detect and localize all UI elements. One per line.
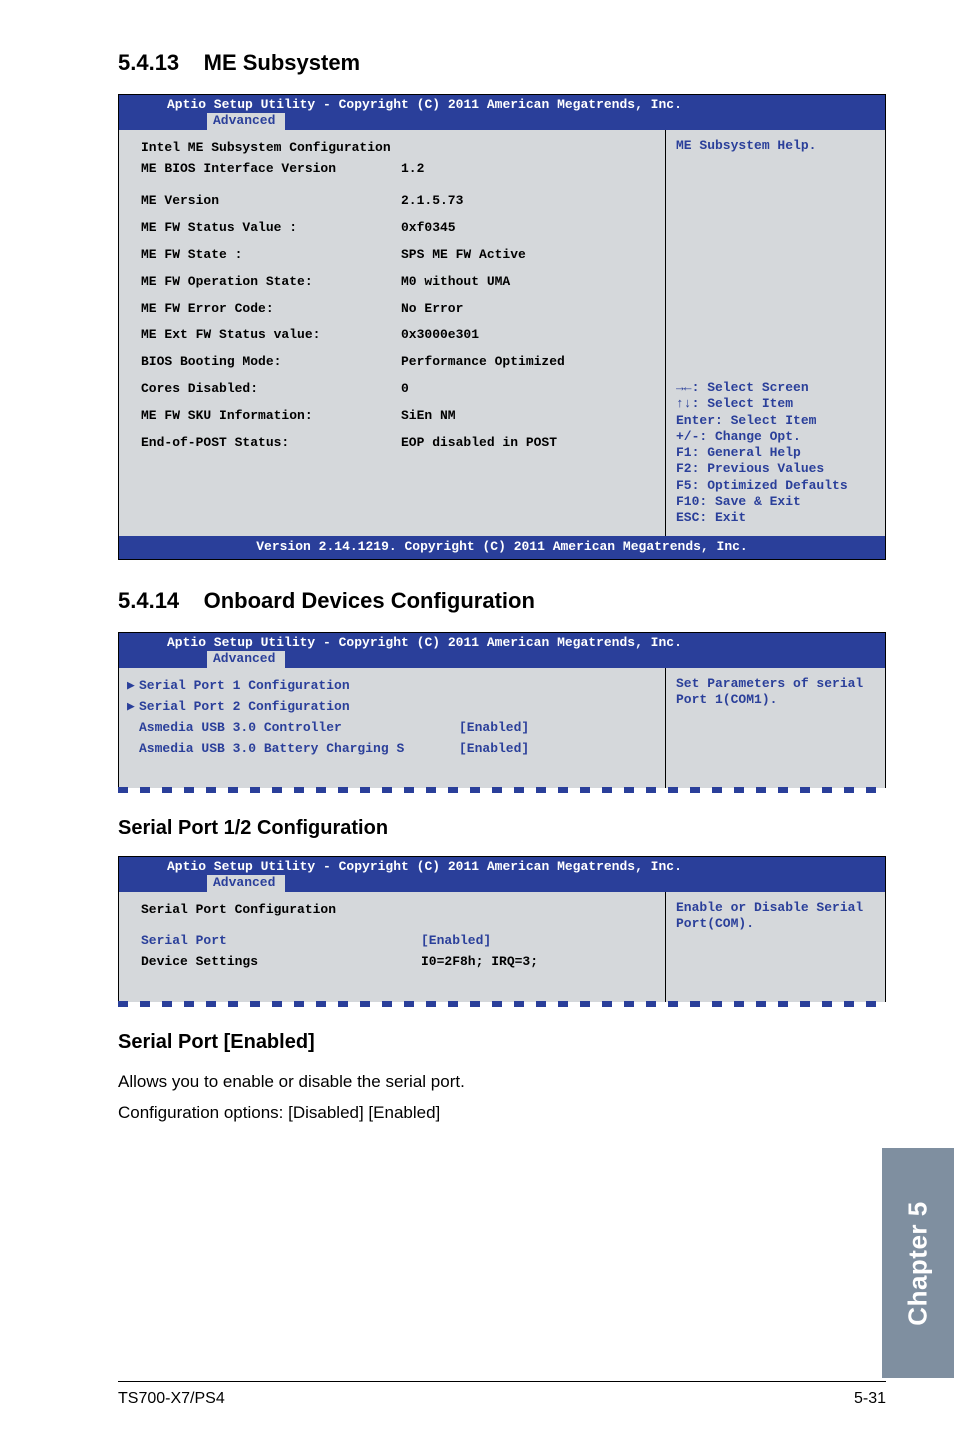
bios-field-label: ME Ext FW Status value: [141, 328, 401, 343]
bios-nav-hint: F1: General Help [676, 445, 875, 461]
bios-menu-item[interactable]: Serial Port 2 Configuration [139, 700, 459, 715]
subsection-serial-port-config: Serial Port 1/2 Configuration [118, 817, 886, 840]
bios-screen-me-subsystem: Aptio Setup Utility - Copyright (C) 2011… [118, 94, 886, 560]
section-heading-onboard-devices: 5.4.14 Onboard Devices Configuration [118, 588, 886, 614]
bios-field-label: Device Settings [141, 955, 421, 970]
page-footer: TS700-X7/PS4 5-31 [118, 1381, 886, 1408]
bios-heading: Intel ME Subsystem Configuration [141, 141, 401, 156]
bios-field-value: 0 [401, 382, 653, 397]
triangle-right-icon: ▶ [127, 700, 139, 715]
bios-titlebar: Aptio Setup Utility - Copyright (C) 2011… [119, 633, 885, 668]
bios-tab-advanced[interactable]: Advanced [207, 875, 285, 892]
bios-field-value: No Error [401, 302, 653, 317]
section-title: ME Subsystem [204, 50, 361, 75]
bios-field-value: SPS ME FW Active [401, 248, 653, 263]
bios-heading: Serial Port Configuration [141, 903, 461, 918]
bios-help-text: ME Subsystem Help. [676, 138, 875, 154]
chapter-label: Chapter 5 [903, 1201, 934, 1325]
chapter-tab: Chapter 5 [882, 1148, 954, 1378]
bios-menu-item[interactable]: Serial Port 1 Configuration [139, 679, 459, 694]
bios-nav-hint: ↑↓: Select Item [676, 396, 875, 412]
bios-field-value: 0xf0345 [401, 221, 653, 236]
bios-field-label: ME FW Operation State: [141, 275, 401, 290]
bios-field-label: Cores Disabled: [141, 382, 401, 397]
bios-nav-hint: →←: Select Screen [676, 380, 875, 396]
bios-field-value: Performance Optimized [401, 355, 653, 370]
bios-field-value: [Enabled] [459, 742, 653, 757]
bios-field-value: M0 without UMA [401, 275, 653, 290]
bios-menu-item[interactable]: Asmedia USB 3.0 Battery Charging S [139, 742, 459, 757]
bios-help-text: Enable or Disable Serial [676, 900, 875, 916]
bios-field-label: ME FW Error Code: [141, 302, 401, 317]
bios-nav-hint: F10: Save & Exit [676, 494, 875, 510]
bios-nav-hint: F2: Previous Values [676, 461, 875, 477]
bios-field-value: 2.1.5.73 [401, 194, 653, 209]
bios-footer: Version 2.14.1219. Copyright (C) 2011 Am… [119, 536, 885, 559]
bios-help-text: Set Parameters of serial [676, 676, 875, 692]
bios-field-value: SiEn NM [401, 409, 653, 424]
bios-tab-advanced[interactable]: Advanced [207, 113, 285, 130]
body-paragraph: Configuration options: [Disabled] [Enabl… [118, 1101, 886, 1126]
bios-field-label: ME FW State : [141, 248, 401, 263]
bios-nav-hint: +/-: Change Opt. [676, 429, 875, 445]
bios-nav-hint: F5: Optimized Defaults [676, 478, 875, 494]
bios-titlebar: Aptio Setup Utility - Copyright (C) 2011… [119, 95, 885, 130]
body-paragraph: Allows you to enable or disable the seri… [118, 1070, 886, 1095]
bios-help-text: Port 1(COM1). [676, 692, 875, 708]
bios-field-label: ME Version [141, 194, 401, 209]
section-number: 5.4.14 [118, 588, 179, 613]
bios-title-text: Aptio Setup Utility - Copyright (C) 2011… [127, 636, 877, 651]
bios-field-label[interactable]: Serial Port [141, 934, 421, 949]
footer-page-number: 5-31 [854, 1390, 886, 1408]
section-number: 5.4.13 [118, 50, 179, 75]
bios-title-text: Aptio Setup Utility - Copyright (C) 2011… [127, 98, 877, 113]
bios-field-label: End-of-POST Status: [141, 436, 401, 451]
bios-field-label: ME FW Status Value : [141, 221, 401, 236]
footer-model: TS700-X7/PS4 [118, 1390, 225, 1408]
bios-field-value: EOP disabled in POST [401, 436, 653, 451]
bios-field-label: ME FW SKU Information: [141, 409, 401, 424]
bios-field-value: [Enabled] [459, 721, 653, 736]
bios-nav-hint: ESC: Exit [676, 510, 875, 526]
bios-field-value: I0=2F8h; IRQ=3; [421, 955, 653, 970]
bios-title-text: Aptio Setup Utility - Copyright (C) 2011… [127, 860, 877, 875]
triangle-right-icon: ▶ [127, 679, 139, 694]
subsection-serial-port-enabled: Serial Port [Enabled] [118, 1031, 886, 1054]
section-heading-me-subsystem: 5.4.13 ME Subsystem [118, 50, 886, 76]
bios-screen-onboard-devices: Aptio Setup Utility - Copyright (C) 2011… [118, 632, 886, 788]
bios-field-value: 1.2 [401, 162, 653, 177]
bios-screen-serial-port: Aptio Setup Utility - Copyright (C) 2011… [118, 856, 886, 1002]
bios-field-value: [Enabled] [421, 934, 653, 949]
bios-field-value: 0x3000e301 [401, 328, 653, 343]
bios-help-text: Port(COM). [676, 916, 875, 932]
bios-field-label: ME BIOS Interface Version [141, 162, 401, 177]
bios-titlebar: Aptio Setup Utility - Copyright (C) 2011… [119, 857, 885, 892]
bios-menu-item[interactable]: Asmedia USB 3.0 Controller [139, 721, 459, 736]
bios-tab-advanced[interactable]: Advanced [207, 651, 285, 668]
section-title: Onboard Devices Configuration [204, 588, 535, 613]
bios-nav-hint: Enter: Select Item [676, 413, 875, 429]
bios-field-label: BIOS Booting Mode: [141, 355, 401, 370]
